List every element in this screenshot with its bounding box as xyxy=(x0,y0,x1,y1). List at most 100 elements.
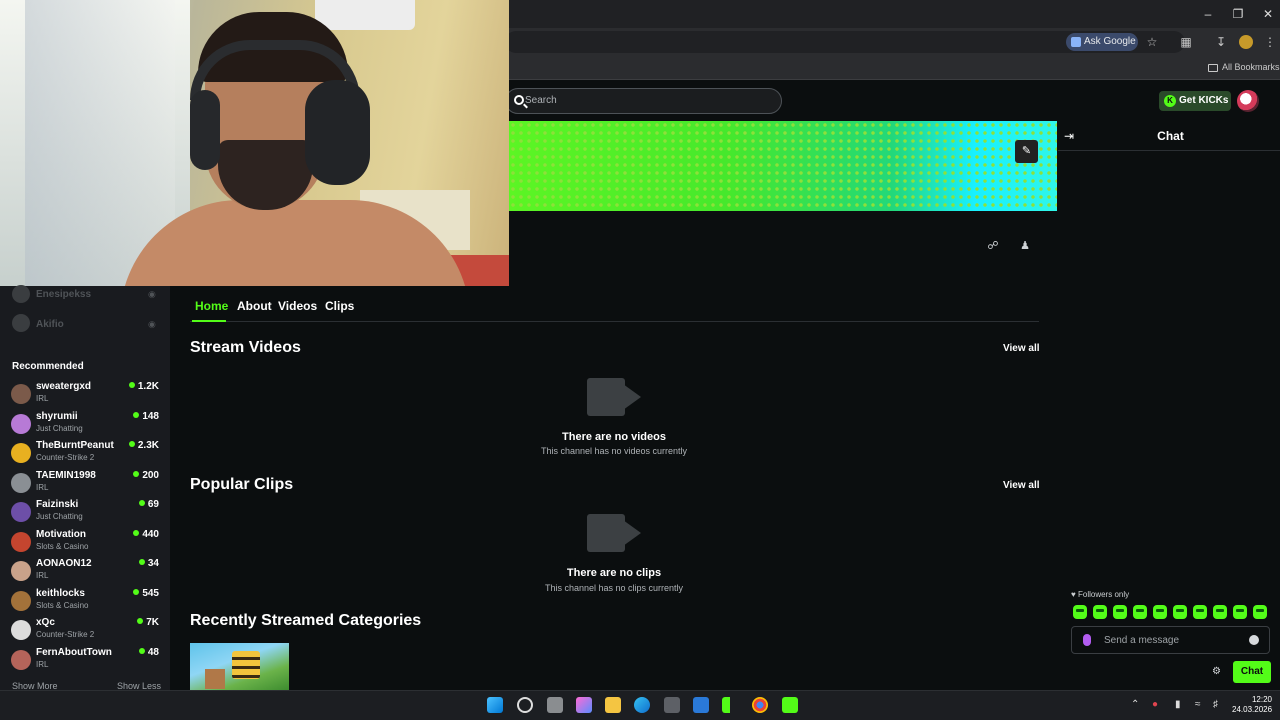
viewer-count-value: 69 xyxy=(147,499,159,510)
all-bookmarks-button[interactable]: All Bookmarks xyxy=(1208,59,1280,75)
emote-icon[interactable] xyxy=(1073,605,1087,619)
popular-clips-title: Popular Clips xyxy=(190,476,294,493)
viewer-count: 48 xyxy=(138,646,159,658)
viewer-count-value: 440 xyxy=(142,528,159,540)
viewer-count: 1.2K xyxy=(128,381,159,392)
gear-icon[interactable]: ⚙ xyxy=(1212,666,1221,677)
channel-avatar xyxy=(11,561,31,581)
viewer-count: 440 xyxy=(133,529,159,540)
emote-icon[interactable] xyxy=(1173,605,1187,619)
recommended-channel[interactable]: FernAboutTown IRL 48 xyxy=(11,647,161,675)
play-app-icon[interactable] xyxy=(722,697,734,713)
restore-icon[interactable]: ❐ xyxy=(1228,5,1248,23)
recommended-channel[interactable]: AONAON12 IRL 34 xyxy=(11,558,161,586)
video-camera-icon xyxy=(587,378,643,416)
get-kicks-label: Get KICKs xyxy=(1179,95,1229,106)
send-chat-button[interactable]: Chat xyxy=(1233,661,1271,683)
channel-category: IRL xyxy=(36,659,49,669)
recommended-channel[interactable]: Motivation Slots & Casino 440 xyxy=(11,529,161,557)
channel-tabs: Home About Videos Clips xyxy=(190,298,1039,322)
emote-icon[interactable] xyxy=(1193,605,1207,619)
emote-icon[interactable] xyxy=(1133,605,1147,619)
get-kicks-button[interactable]: K Get KICKs xyxy=(1159,91,1231,111)
user-avatar[interactable] xyxy=(1237,90,1259,112)
minimize-icon[interactable]: – xyxy=(1198,5,1218,23)
wifi-icon[interactable]: ≈ xyxy=(1195,699,1201,710)
recommended-channel[interactable]: Faizinski Just Chatting 69 xyxy=(11,499,161,527)
emoji-icon[interactable] xyxy=(1249,635,1259,645)
emote-icon[interactable] xyxy=(1153,605,1167,619)
mail-icon[interactable] xyxy=(693,697,709,713)
viewer-count-value: 1.2K xyxy=(137,381,159,392)
store-icon[interactable] xyxy=(664,697,680,713)
viewer-count-value: 34 xyxy=(147,558,159,569)
tab-about[interactable]: About xyxy=(237,299,272,313)
search-input[interactable]: Search xyxy=(505,88,782,114)
chrome-icon[interactable] xyxy=(752,697,768,713)
channel-name: sweatergxd xyxy=(36,381,92,392)
emote-icon[interactable] xyxy=(1253,605,1267,619)
webcam-air-conditioner xyxy=(315,0,415,30)
tab-home[interactable]: Home xyxy=(195,299,228,313)
live-dot-icon xyxy=(138,647,145,654)
copilot-icon[interactable] xyxy=(576,697,592,713)
extensions-icon[interactable]: ▦ xyxy=(1178,34,1194,50)
followed-channel[interactable]: Akifio xyxy=(36,319,64,330)
followed-avatar[interactable] xyxy=(12,314,30,332)
recommended-channel[interactable]: shyrumii Just Chatting 148 xyxy=(11,411,161,439)
chevron-up-icon[interactable]: ⌃ xyxy=(1131,699,1139,710)
recommended-channel[interactable]: xQc Counter-Strike 2 7K xyxy=(11,617,161,645)
recommended-channel[interactable]: TAEMIN1998 IRL 200 xyxy=(11,470,161,498)
microphone-icon[interactable] xyxy=(1083,634,1091,646)
taskbar-search-icon[interactable] xyxy=(517,697,533,713)
tab-clips[interactable]: Clips xyxy=(325,299,354,313)
system-clock[interactable]: 12:20 24.03.2026 xyxy=(1232,695,1272,715)
live-dot-icon xyxy=(133,470,140,477)
share-icon[interactable]: ☍ xyxy=(986,239,1000,253)
emote-icon[interactable] xyxy=(1113,605,1127,619)
edit-banner-icon[interactable]: ✎ xyxy=(1015,140,1038,163)
offline-icon: ◉ xyxy=(148,319,156,329)
file-explorer-icon[interactable] xyxy=(605,697,621,713)
offline-icon: ◉ xyxy=(148,289,156,299)
antivirus-icon[interactable]: ● xyxy=(1152,699,1158,710)
kick-app-icon[interactable] xyxy=(782,697,798,713)
volume-icon[interactable]: ♯ xyxy=(1213,699,1218,710)
profile-avatar[interactable] xyxy=(1239,35,1253,49)
active-tab-indicator xyxy=(192,320,226,322)
menu-icon[interactable]: ⋮ xyxy=(1262,34,1278,50)
recommended-channel[interactable]: sweatergxd IRL 1.2K xyxy=(11,381,161,409)
channel-name: keithlocks xyxy=(36,587,85,599)
chat-message-input[interactable]: Send a message xyxy=(1071,626,1270,654)
category-thumbnail[interactable] xyxy=(190,643,289,690)
windows-start-icon[interactable] xyxy=(487,697,503,713)
edge-icon[interactable] xyxy=(634,697,650,713)
popular-clips-view-all[interactable]: View all xyxy=(1003,480,1040,491)
live-dot-icon xyxy=(133,411,140,418)
all-bookmarks-label: All Bookmarks xyxy=(1222,62,1280,72)
star-icon[interactable]: ☆ xyxy=(1144,34,1160,50)
channel-category: IRL xyxy=(36,571,49,580)
recommended-channel[interactable]: keithlocks Slots & Casino 545 xyxy=(11,588,161,616)
tab-videos[interactable]: Videos xyxy=(278,299,317,313)
viewer-count: 200 xyxy=(133,470,159,481)
emote-icon[interactable] xyxy=(1093,605,1107,619)
emote-icon[interactable] xyxy=(1213,605,1227,619)
ask-google-button[interactable]: Ask Google xyxy=(1066,33,1138,51)
recommended-channel[interactable]: TheBurntPeanut Counter-Strike 2 2.3K xyxy=(11,440,161,468)
task-view-icon[interactable] xyxy=(547,697,563,713)
followed-channel[interactable]: Enesipekss xyxy=(36,289,91,300)
channel-name: Faizinski xyxy=(36,499,79,510)
channel-category: IRL xyxy=(36,394,49,403)
viewer-count-value: 48 xyxy=(147,646,159,658)
close-icon[interactable]: ✕ xyxy=(1258,5,1278,23)
viewer-count-value: 148 xyxy=(142,410,159,422)
download-icon[interactable]: ↧ xyxy=(1213,34,1229,50)
category-art-block xyxy=(205,669,225,689)
add-user-icon[interactable]: ♟ xyxy=(1018,239,1032,253)
emote-icon[interactable] xyxy=(1233,605,1247,619)
stream-videos-view-all[interactable]: View all xyxy=(1003,343,1040,354)
followed-avatar[interactable] xyxy=(12,285,30,303)
microphone-tray-icon[interactable]: ▮ xyxy=(1175,699,1181,710)
channel-avatar xyxy=(11,384,31,404)
